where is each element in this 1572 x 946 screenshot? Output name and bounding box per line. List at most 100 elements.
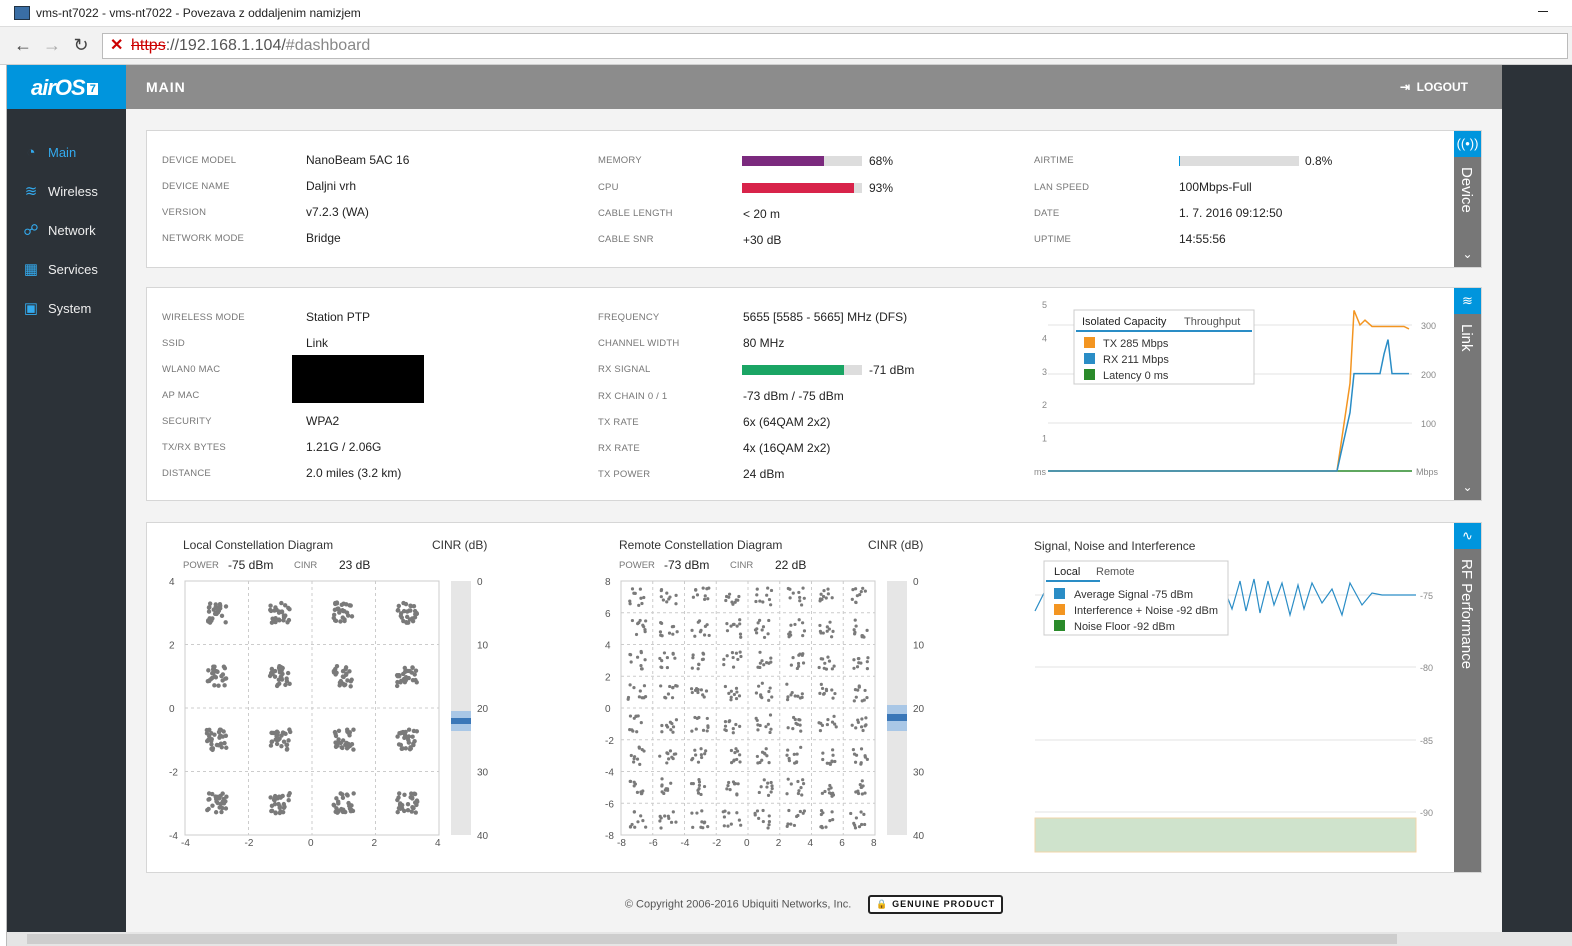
horizontal-scrollbar[interactable] — [7, 932, 1572, 946]
window-titlebar: vms-nt7022 - vms-nt7022 - Povezava z odd… — [0, 0, 1572, 27]
rem-constellation-point — [639, 814, 643, 818]
loc-constellation-point — [269, 739, 274, 745]
network-mode-value: Bridge — [306, 231, 341, 245]
rem-constellation-point — [637, 746, 641, 750]
link-tab[interactable]: ≋ Link ⌄ — [1454, 288, 1481, 500]
tx-rate-value: 6x (64QAM 2x2) — [743, 415, 831, 429]
loc-constellation-point — [405, 808, 411, 813]
rem-constellation-point — [794, 721, 798, 726]
back-icon[interactable]: ← — [12, 35, 34, 56]
nav-item-system[interactable]: ▣ System — [7, 289, 126, 328]
legend-swatch-rx — [1084, 353, 1095, 364]
tab-remote[interactable]: Remote — [1096, 566, 1135, 578]
rem-constellation-point — [704, 749, 708, 753]
rem-constellation-point — [671, 686, 675, 690]
sni-right-tick: -80 — [1420, 663, 1433, 673]
rem-constellation-point — [761, 600, 765, 604]
rem-constellation-point — [628, 825, 633, 829]
rem-constellation-point — [755, 718, 759, 723]
rem-x-tick: 0 — [744, 838, 750, 849]
rem-constellation-point — [671, 725, 676, 729]
rem-constellation-point — [798, 809, 802, 814]
local-cinr-title: CINR (dB) — [432, 538, 488, 552]
pulse-icon[interactable]: ∿ — [1454, 523, 1481, 549]
tab-throughput[interactable]: Throughput — [1184, 316, 1240, 328]
legend-signal: Average Signal -75 dBm — [1074, 589, 1193, 601]
channel-width-label: CHANNEL WIDTH — [598, 338, 680, 349]
chevron-down-icon[interactable]: ⌄ — [1454, 480, 1481, 494]
txrx-bytes-value: 1.21G / 2.06G — [306, 440, 382, 454]
rem-constellation-point — [632, 810, 637, 814]
rem-constellation-point — [669, 820, 674, 824]
loc-constellation-point — [278, 794, 283, 800]
nav-item-wireless[interactable]: ≋ Wireless — [7, 172, 126, 211]
scrollbar-thumb[interactable] — [27, 934, 1397, 944]
loc-constellation-point — [271, 797, 277, 803]
cpu-label: CPU — [598, 182, 619, 193]
tab-local[interactable]: Local — [1054, 566, 1080, 578]
loc-constellation-point — [284, 746, 290, 752]
rem-constellation-point — [821, 631, 825, 635]
cpu-value: 93% — [869, 181, 894, 195]
rem-constellation-point — [628, 714, 633, 718]
rem-constellation-point — [703, 594, 707, 598]
rem-constellation-point — [738, 724, 742, 728]
rem-constellation-point — [642, 684, 647, 688]
nav-item-main[interactable]: ◔ Main — [7, 133, 126, 172]
loc-constellation-point — [222, 683, 227, 688]
nav-item-network[interactable]: ☍ Network — [7, 211, 126, 250]
rem-constellation-point — [667, 631, 672, 635]
rem-constellation-point — [696, 788, 700, 792]
wifi-icon[interactable]: ≋ — [1454, 288, 1481, 314]
rem-constellation-point — [824, 687, 829, 691]
loc-constellation-point — [218, 727, 224, 733]
remote-desktop-icon — [14, 6, 30, 20]
rem-constellation-point — [795, 752, 799, 756]
rem-constellation-point — [760, 750, 765, 754]
nav-item-services[interactable]: ▦ Services — [7, 250, 126, 289]
loc-constellation-point — [205, 807, 210, 813]
rem-constellation-point — [736, 782, 740, 786]
cable-length-label: CABLE LENGTH — [598, 208, 673, 219]
rem-constellation-point — [703, 624, 708, 628]
rem-constellation-point — [722, 824, 726, 828]
rem-constellation-point — [738, 632, 743, 636]
loc-x-tick: -4 — [181, 838, 190, 849]
rem-constellation-point — [674, 820, 678, 824]
loc-constellation-point — [212, 611, 218, 616]
forward-icon[interactable]: → — [41, 35, 63, 56]
services-icon: ▦ — [23, 261, 39, 278]
loc-constellation-point — [286, 605, 291, 611]
rem-constellation-point — [635, 757, 640, 761]
rem-constellation-point — [817, 665, 821, 670]
chevron-down-icon[interactable]: ⌄ — [1454, 247, 1481, 261]
loc-constellation-point — [396, 603, 402, 609]
rem-constellation-point — [767, 661, 771, 665]
logout-icon: ⇥ — [1399, 80, 1410, 94]
reload-icon[interactable]: ↻ — [70, 35, 92, 56]
rem-constellation-point — [801, 661, 806, 665]
rem-constellation-point — [695, 811, 699, 815]
redacted-mac-block — [292, 355, 424, 403]
logout-button[interactable]: ⇥ LOGOUT — [1400, 80, 1468, 94]
antenna-icon[interactable]: ((•)) — [1454, 131, 1481, 157]
minimize-button[interactable] — [1538, 11, 1548, 12]
rem-constellation-point — [854, 600, 858, 605]
address-bar[interactable]: ✕ https://192.168.1.104/#dashboard — [102, 33, 1568, 59]
loc-constellation-point — [395, 608, 401, 613]
airos-logo[interactable]: airOS 7 — [7, 65, 126, 109]
rf-performance-tab[interactable]: ∿ RF Performance — [1454, 523, 1481, 872]
rem-constellation-point — [722, 657, 726, 661]
rem-constellation-point — [828, 819, 832, 823]
rem-constellation-point — [827, 787, 831, 791]
remote-cinr-marker — [887, 714, 907, 721]
rem-constellation-point — [737, 818, 741, 822]
loc-constellation-point — [220, 791, 225, 796]
tab-isolated-capacity[interactable]: Isolated Capacity — [1082, 316, 1167, 328]
rem-constellation-point — [818, 691, 822, 695]
rem-constellation-point — [762, 663, 766, 667]
sni-right-tick: -85 — [1420, 736, 1433, 746]
rem-y-tick: -2 — [605, 736, 614, 747]
loc-constellation-point — [220, 734, 225, 739]
device-tab[interactable]: ((•)) Device ⌄ — [1454, 131, 1481, 267]
